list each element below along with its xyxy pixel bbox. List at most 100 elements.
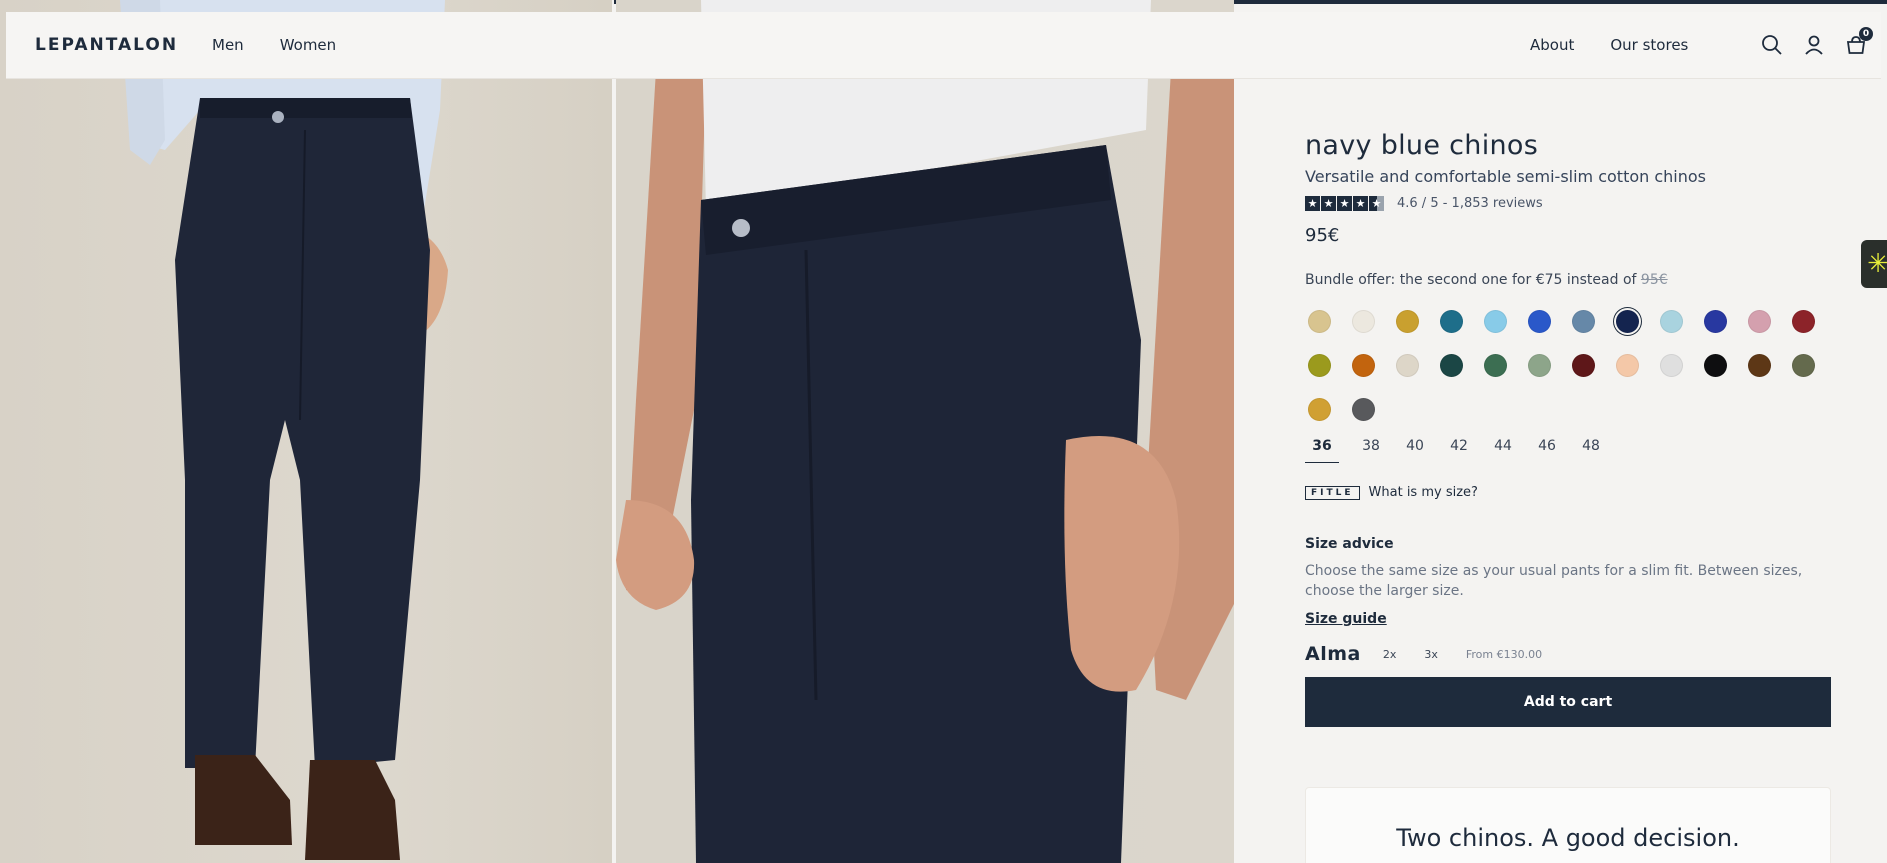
color-swatch[interactable] <box>1561 306 1605 336</box>
size-option[interactable]: 42 <box>1437 438 1481 463</box>
color-swatch[interactable] <box>1341 350 1385 380</box>
brand-logo[interactable]: LEPANTALON <box>35 35 178 55</box>
color-swatch-dot <box>1351 309 1375 333</box>
rating-text: 4.6 / 5 - 1,853 reviews <box>1397 196 1543 211</box>
size-option[interactable]: 38 <box>1349 438 1393 463</box>
color-swatch[interactable] <box>1473 306 1517 336</box>
search-icon[interactable] <box>1761 34 1783 56</box>
rating-stars: ★ ★ ★ ★ ★ <box>1305 196 1384 211</box>
size-option[interactable]: 48 <box>1569 438 1613 463</box>
user-icon[interactable] <box>1803 34 1825 56</box>
bundle-offer: Bundle offer: the second one for €75 ins… <box>1305 272 1830 288</box>
color-swatch[interactable] <box>1693 350 1737 380</box>
alma-logo: Alma <box>1305 643 1361 665</box>
color-swatch[interactable] <box>1297 350 1341 380</box>
color-swatch[interactable] <box>1429 306 1473 336</box>
color-swatch[interactable] <box>1341 394 1385 424</box>
color-swatch[interactable] <box>1605 350 1649 380</box>
color-swatch-dot <box>1483 309 1507 333</box>
color-swatch[interactable] <box>1429 350 1473 380</box>
product-title: navy blue chinos <box>1305 130 1539 161</box>
fitle-size-finder[interactable]: FITLE What is my size? <box>1305 485 1830 500</box>
color-swatch-dot <box>1747 353 1771 377</box>
color-swatch[interactable] <box>1693 306 1737 336</box>
color-swatch-dot <box>1747 309 1771 333</box>
gallery-divider <box>612 0 615 863</box>
color-swatch-dot <box>1615 353 1639 377</box>
color-swatch[interactable] <box>1297 394 1341 424</box>
cart-icon[interactable]: 0 <box>1845 27 1873 56</box>
color-swatch[interactable] <box>1649 306 1693 336</box>
color-swatch[interactable] <box>1385 350 1429 380</box>
color-swatch-dot <box>1351 397 1375 421</box>
size-guide-link[interactable]: Size guide <box>1305 611 1387 627</box>
nav-link-our-stores[interactable]: Our stores <box>1610 36 1688 54</box>
site-header: LEPANTALON Men Women About Our stores 0 <box>6 12 1881 79</box>
color-swatch-dot <box>1527 309 1551 333</box>
alma-from-price: From €130.00 <box>1465 647 1543 661</box>
star-icon: ★ <box>1353 196 1368 211</box>
rating-row[interactable]: ★ ★ ★ ★ ★ 4.6 / 5 - 1,853 reviews <box>1305 196 1830 211</box>
size-advice-text: Choose the same size as your usual pants… <box>1305 563 1803 599</box>
color-swatch[interactable] <box>1561 350 1605 380</box>
size-selector: 36 38 40 42 44 46 48 <box>1305 438 1830 463</box>
product-subtitle: Versatile and comfortable semi-slim cott… <box>1305 167 1707 186</box>
color-swatch-dot <box>1571 353 1595 377</box>
color-swatch[interactable] <box>1649 350 1693 380</box>
color-swatch-dot <box>1791 353 1815 377</box>
add-to-cart-button[interactable]: Add to cart <box>1305 677 1831 727</box>
feedback-widget[interactable]: ✳ <box>1861 240 1887 288</box>
color-swatch-dot <box>1307 397 1331 421</box>
size-option[interactable]: 46 <box>1525 438 1569 463</box>
color-swatch-dot <box>1659 353 1683 377</box>
product-price: 95€ <box>1305 225 1340 246</box>
product-details: navy blue chinos Versatile and comfortab… <box>1305 130 1831 727</box>
color-swatch[interactable] <box>1605 306 1649 336</box>
bundle-old-price: 95€ <box>1640 272 1668 288</box>
color-swatch-dot <box>1615 309 1639 333</box>
size-option[interactable]: 36 <box>1305 438 1339 463</box>
photo-illustration-closeup <box>616 0 1235 863</box>
alma-option-3x[interactable]: 3x <box>1424 648 1438 661</box>
fitle-logo: FITLE <box>1305 485 1360 500</box>
alma-option-2x[interactable]: 2x <box>1383 648 1397 661</box>
color-swatch[interactable] <box>1517 306 1561 336</box>
size-advice-title: Size advice <box>1305 536 1394 552</box>
color-swatch[interactable] <box>1385 306 1429 336</box>
header-icons: 0 <box>1761 27 1873 56</box>
color-swatch[interactable] <box>1341 306 1385 336</box>
bundle-offer-text: Bundle offer: the second one for €75 ins… <box>1305 272 1637 288</box>
spark-icon: ✳ <box>1867 249 1887 279</box>
color-swatch-dot <box>1307 309 1331 333</box>
color-swatch-dot <box>1351 353 1375 377</box>
product-photo-closeup[interactable] <box>616 0 1235 863</box>
star-icon: ★ <box>1305 196 1320 211</box>
color-swatch[interactable] <box>1737 350 1781 380</box>
primary-nav: Men Women <box>212 36 336 54</box>
alma-payment-row: Alma 2x 3x From €130.00 <box>1305 643 1830 665</box>
color-swatch-dot <box>1703 353 1727 377</box>
size-option[interactable]: 44 <box>1481 438 1525 463</box>
color-swatch-dot <box>1307 353 1331 377</box>
size-option[interactable]: 40 <box>1393 438 1437 463</box>
color-swatch[interactable] <box>1473 350 1517 380</box>
color-swatch[interactable] <box>1737 306 1781 336</box>
cart-count-badge: 0 <box>1859 27 1873 41</box>
nav-link-men[interactable]: Men <box>212 36 244 54</box>
color-swatch-dot <box>1791 309 1815 333</box>
color-swatch[interactable] <box>1517 350 1561 380</box>
fitle-link-text: What is my size? <box>1368 485 1478 500</box>
color-swatch-dot <box>1527 353 1551 377</box>
color-swatch-dot <box>1571 309 1595 333</box>
nav-link-about[interactable]: About <box>1530 36 1574 54</box>
star-icon: ★ <box>1321 196 1336 211</box>
nav-link-women[interactable]: Women <box>280 36 336 54</box>
secondary-nav: About Our stores <box>1530 36 1688 54</box>
color-swatch[interactable] <box>1781 350 1825 380</box>
color-swatch[interactable] <box>1297 306 1341 336</box>
product-gallery <box>0 0 1235 863</box>
color-swatch-dot <box>1395 353 1419 377</box>
photo-illustration-full <box>120 0 448 860</box>
product-photo-full-length[interactable] <box>0 0 613 863</box>
color-swatch[interactable] <box>1781 306 1825 336</box>
